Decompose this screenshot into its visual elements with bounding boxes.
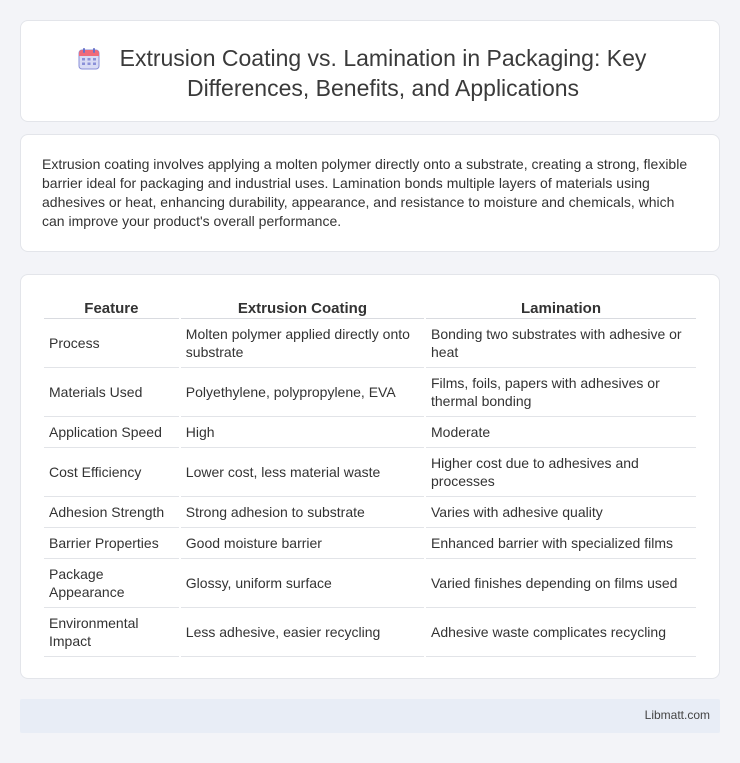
row-lamination: Varies with adhesive quality bbox=[426, 497, 696, 528]
comparison-table-card: Feature Extrusion Coating Lamination Pro… bbox=[20, 274, 720, 679]
row-extrusion: Molten polymer applied directly onto sub… bbox=[180, 319, 424, 368]
row-lamination: Higher cost due to adhesives and process… bbox=[426, 448, 696, 497]
table-row: Environmental Impact Less adhesive, easi… bbox=[44, 608, 696, 657]
row-lamination: Bonding two substrates with adhesive or … bbox=[426, 319, 696, 368]
row-feature: Materials Used bbox=[44, 368, 179, 417]
row-feature: Process bbox=[44, 319, 179, 368]
row-extrusion: Lower cost, less material waste bbox=[180, 448, 424, 497]
row-feature: Application Speed bbox=[44, 417, 179, 448]
row-feature: Cost Efficiency bbox=[44, 448, 179, 497]
row-extrusion: Good moisture barrier bbox=[180, 528, 424, 559]
row-feature: Barrier Properties bbox=[44, 528, 179, 559]
comparison-table: Feature Extrusion Coating Lamination Pro… bbox=[42, 295, 698, 657]
row-lamination: Films, foils, papers with adhesives or t… bbox=[426, 368, 696, 417]
title-card: Extrusion Coating vs. Lamination in Pack… bbox=[20, 20, 720, 122]
row-extrusion: Less adhesive, easier recycling bbox=[180, 608, 424, 657]
row-feature: Adhesion Strength bbox=[44, 497, 179, 528]
row-feature: Package Appearance bbox=[44, 559, 179, 608]
header-feature: Feature bbox=[44, 295, 179, 319]
table-row: Materials Used Polyethylene, polypropyle… bbox=[44, 368, 696, 417]
table-row: Cost Efficiency Lower cost, less materia… bbox=[44, 448, 696, 497]
row-extrusion: Strong adhesion to substrate bbox=[180, 497, 424, 528]
header-lamination: Lamination bbox=[426, 295, 696, 319]
intro-paragraph: Extrusion coating involves applying a mo… bbox=[42, 156, 688, 229]
table-row: Process Molten polymer applied directly … bbox=[44, 319, 696, 368]
table-row: Application Speed High Moderate bbox=[44, 417, 696, 448]
footer-brand[interactable]: Libmatt.com bbox=[645, 708, 710, 722]
header-extrusion-coating: Extrusion Coating bbox=[180, 295, 424, 319]
row-extrusion: High bbox=[180, 417, 424, 448]
table-row: Package Appearance Glossy, uniform surfa… bbox=[44, 559, 696, 608]
row-extrusion: Glossy, uniform surface bbox=[180, 559, 424, 608]
row-lamination: Adhesive waste complicates recycling bbox=[426, 608, 696, 657]
table-row: Barrier Properties Good moisture barrier… bbox=[44, 528, 696, 559]
table-header-row: Feature Extrusion Coating Lamination bbox=[44, 295, 696, 319]
row-extrusion: Polyethylene, polypropylene, EVA bbox=[180, 368, 424, 417]
row-feature: Environmental Impact bbox=[44, 608, 179, 657]
row-lamination: Enhanced barrier with specialized films bbox=[426, 528, 696, 559]
row-lamination: Varied finishes depending on films used bbox=[426, 559, 696, 608]
footer-bar: Libmatt.com bbox=[20, 699, 720, 733]
row-lamination: Moderate bbox=[426, 417, 696, 448]
page-title: Extrusion Coating vs. Lamination in Pack… bbox=[119, 45, 647, 101]
table-row: Adhesion Strength Strong adhesion to sub… bbox=[44, 497, 696, 528]
intro-card: Extrusion coating involves applying a mo… bbox=[20, 134, 720, 252]
